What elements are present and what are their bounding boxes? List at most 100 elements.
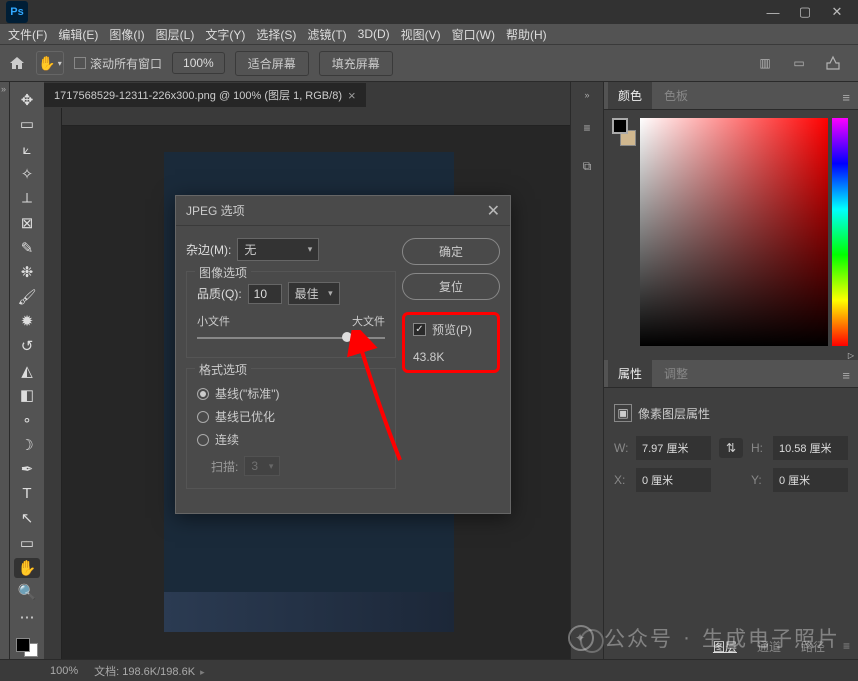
properties-panel-menu-icon[interactable]: ≡ (834, 364, 858, 387)
document-tab-bar: 1717568529-12311-226x300.png @ 100% (图层 … (44, 82, 570, 108)
tab-swatches[interactable]: 色板 (654, 82, 698, 109)
path-select-tool-icon[interactable]: ↖ (14, 509, 40, 529)
width-field[interactable]: 7.97 厘米 (636, 436, 711, 460)
menu-edit[interactable]: 编辑(E) (58, 26, 98, 43)
menu-view[interactable]: 视图(V) (401, 26, 441, 43)
lasso-tool-icon[interactable]: ⟀ (14, 139, 40, 159)
title-bar: Ps — ▢ ✕ (0, 0, 858, 24)
collapsed-panel-icon-2[interactable]: ⧉ (577, 156, 597, 176)
ok-button[interactable]: 确定 (402, 238, 500, 265)
dodge-tool-icon[interactable]: ☽ (14, 435, 40, 455)
menu-type[interactable]: 文字(Y) (205, 26, 245, 43)
marquee-tool-icon[interactable]: ▭ (14, 115, 40, 135)
image-options-legend: 图像选项 (195, 264, 251, 281)
menu-3d[interactable]: 3D(D) (358, 27, 390, 41)
matte-select[interactable]: 无 ▾ (237, 238, 319, 261)
preview-highlight-box: ✓ 预览(P) 43.8K (402, 312, 500, 373)
x-field[interactable]: 0 厘米 (636, 468, 711, 492)
status-doc-chevron-icon[interactable]: ▸ (200, 667, 205, 677)
screen-mode-icon[interactable]: ▭ (788, 53, 810, 73)
edit-toolbar-icon[interactable]: ⋯ (14, 607, 40, 627)
document-tab-title: 1717568529-12311-226x300.png @ 100% (图层 … (54, 87, 342, 103)
color-panel-menu-icon[interactable]: ≡ (834, 86, 858, 109)
scans-label: 扫描: (211, 458, 238, 475)
status-doc-label: 文档: (94, 666, 119, 678)
healing-brush-tool-icon[interactable]: ❉ (14, 262, 40, 282)
hand-tool-icon[interactable]: ✋ (14, 558, 40, 578)
menu-help[interactable]: 帮助(H) (506, 26, 547, 43)
eraser-tool-icon[interactable]: ◭ (14, 361, 40, 381)
menu-image[interactable]: 图像(I) (109, 26, 144, 43)
dialog-title-bar[interactable]: JPEG 选项 ✕ (176, 196, 510, 226)
menu-filter[interactable]: 滤镜(T) (307, 26, 346, 43)
arrange-documents-icon[interactable]: ▥ (754, 53, 776, 73)
hand-tool-preset-icon[interactable]: ✋▾ (36, 51, 64, 75)
color-field[interactable] (640, 118, 828, 346)
quality-slider[interactable] (197, 331, 385, 345)
eyedropper-tool-icon[interactable]: ✎ (14, 238, 40, 258)
y-field[interactable]: 0 厘米 (773, 468, 848, 492)
move-tool-icon[interactable]: ✥ (14, 90, 40, 110)
pixel-layer-icon: ▣ (614, 404, 632, 422)
scroll-all-windows-checkbox[interactable]: 滚动所有窗口 (74, 55, 162, 72)
left-toggle-strip[interactable] (0, 82, 10, 659)
large-file-label: 大文件 (352, 313, 385, 329)
tab-adjustments[interactable]: 调整 (654, 360, 698, 387)
status-zoom[interactable]: 100% (50, 665, 78, 677)
zoom-tool-icon[interactable]: 🔍 (14, 583, 40, 603)
tab-color[interactable]: 颜色 (608, 82, 652, 109)
format-progressive-radio[interactable]: 连续 (197, 431, 385, 448)
gradient-tool-icon[interactable]: ◧ (14, 386, 40, 406)
hue-bar[interactable] (832, 118, 848, 346)
frame-tool-icon[interactable]: ⊠ (14, 213, 40, 233)
watermark-sep: · (683, 626, 692, 650)
menu-select[interactable]: 选择(S) (256, 26, 296, 43)
layers-panel-menu-icon[interactable]: ≡ (839, 639, 854, 653)
zoom-value-field[interactable]: 100% (172, 52, 225, 74)
quality-input[interactable] (248, 284, 282, 304)
tab-properties[interactable]: 属性 (608, 360, 652, 387)
home-icon[interactable] (8, 54, 26, 72)
radio-icon (197, 388, 209, 400)
rectangle-tool-icon[interactable]: ▭ (14, 533, 40, 553)
link-dimensions-icon[interactable]: ⇅ (719, 438, 743, 458)
pen-tool-icon[interactable]: ✒ (14, 459, 40, 479)
format-baseline-radio[interactable]: 基线("标准") (197, 385, 385, 402)
menu-layer[interactable]: 图层(L) (156, 26, 195, 43)
format-baseline-label: 基线("标准") (215, 385, 280, 402)
document-tab[interactable]: 1717568529-12311-226x300.png @ 100% (图层 … (44, 83, 366, 107)
menu-file[interactable]: 文件(F) (8, 26, 47, 43)
properties-panel-tabs: 属性 调整 ≡ (604, 360, 858, 388)
color-picker[interactable] (640, 118, 850, 352)
dialog-close-icon[interactable]: ✕ (487, 201, 500, 221)
foreground-background-swatch[interactable] (14, 636, 40, 659)
brush-tool-icon[interactable]: 🖌 (14, 287, 40, 307)
horizontal-ruler[interactable] (62, 108, 570, 126)
collapsed-panel-icon-1[interactable]: ≡ (577, 118, 597, 138)
share-icon[interactable] (822, 53, 844, 73)
slider-thumb-icon[interactable] (342, 332, 352, 342)
x-label: X: (614, 473, 628, 487)
vertical-ruler[interactable] (44, 108, 62, 659)
reset-button[interactable]: 复位 (402, 273, 500, 300)
history-brush-tool-icon[interactable]: ↺ (14, 336, 40, 356)
window-minimize-button[interactable]: — (766, 5, 780, 19)
window-maximize-button[interactable]: ▢ (798, 5, 812, 19)
options-bar: ✋▾ 滚动所有窗口 100% 适合屏幕 填充屏幕 ▥ ▭ (0, 44, 858, 82)
clone-stamp-tool-icon[interactable]: ✹ (14, 312, 40, 332)
window-close-button[interactable]: ✕ (830, 5, 844, 19)
crop-tool-icon[interactable]: ⟂ (14, 189, 40, 209)
type-tool-icon[interactable]: T (14, 484, 40, 504)
color-swatch-pair[interactable] (612, 118, 636, 146)
blur-tool-icon[interactable]: ∘ (14, 410, 40, 430)
format-optimized-radio[interactable]: 基线已优化 (197, 408, 385, 425)
close-tab-icon[interactable]: × (348, 88, 356, 103)
height-field[interactable]: 10.58 厘米 (773, 436, 848, 460)
fit-screen-button[interactable]: 适合屏幕 (235, 51, 309, 76)
quality-preset-select[interactable]: 最佳 ▾ (288, 282, 340, 305)
preview-checkbox[interactable]: ✓ 预览(P) (413, 321, 489, 338)
menu-window[interactable]: 窗口(W) (452, 26, 495, 43)
magic-wand-tool-icon[interactable]: ✧ (14, 164, 40, 184)
fill-screen-button[interactable]: 填充屏幕 (319, 51, 393, 76)
properties-panel: ▣ 像素图层属性 W: 7.97 厘米 ⇅ H: 10.58 厘米 X: 0 厘… (604, 388, 858, 510)
